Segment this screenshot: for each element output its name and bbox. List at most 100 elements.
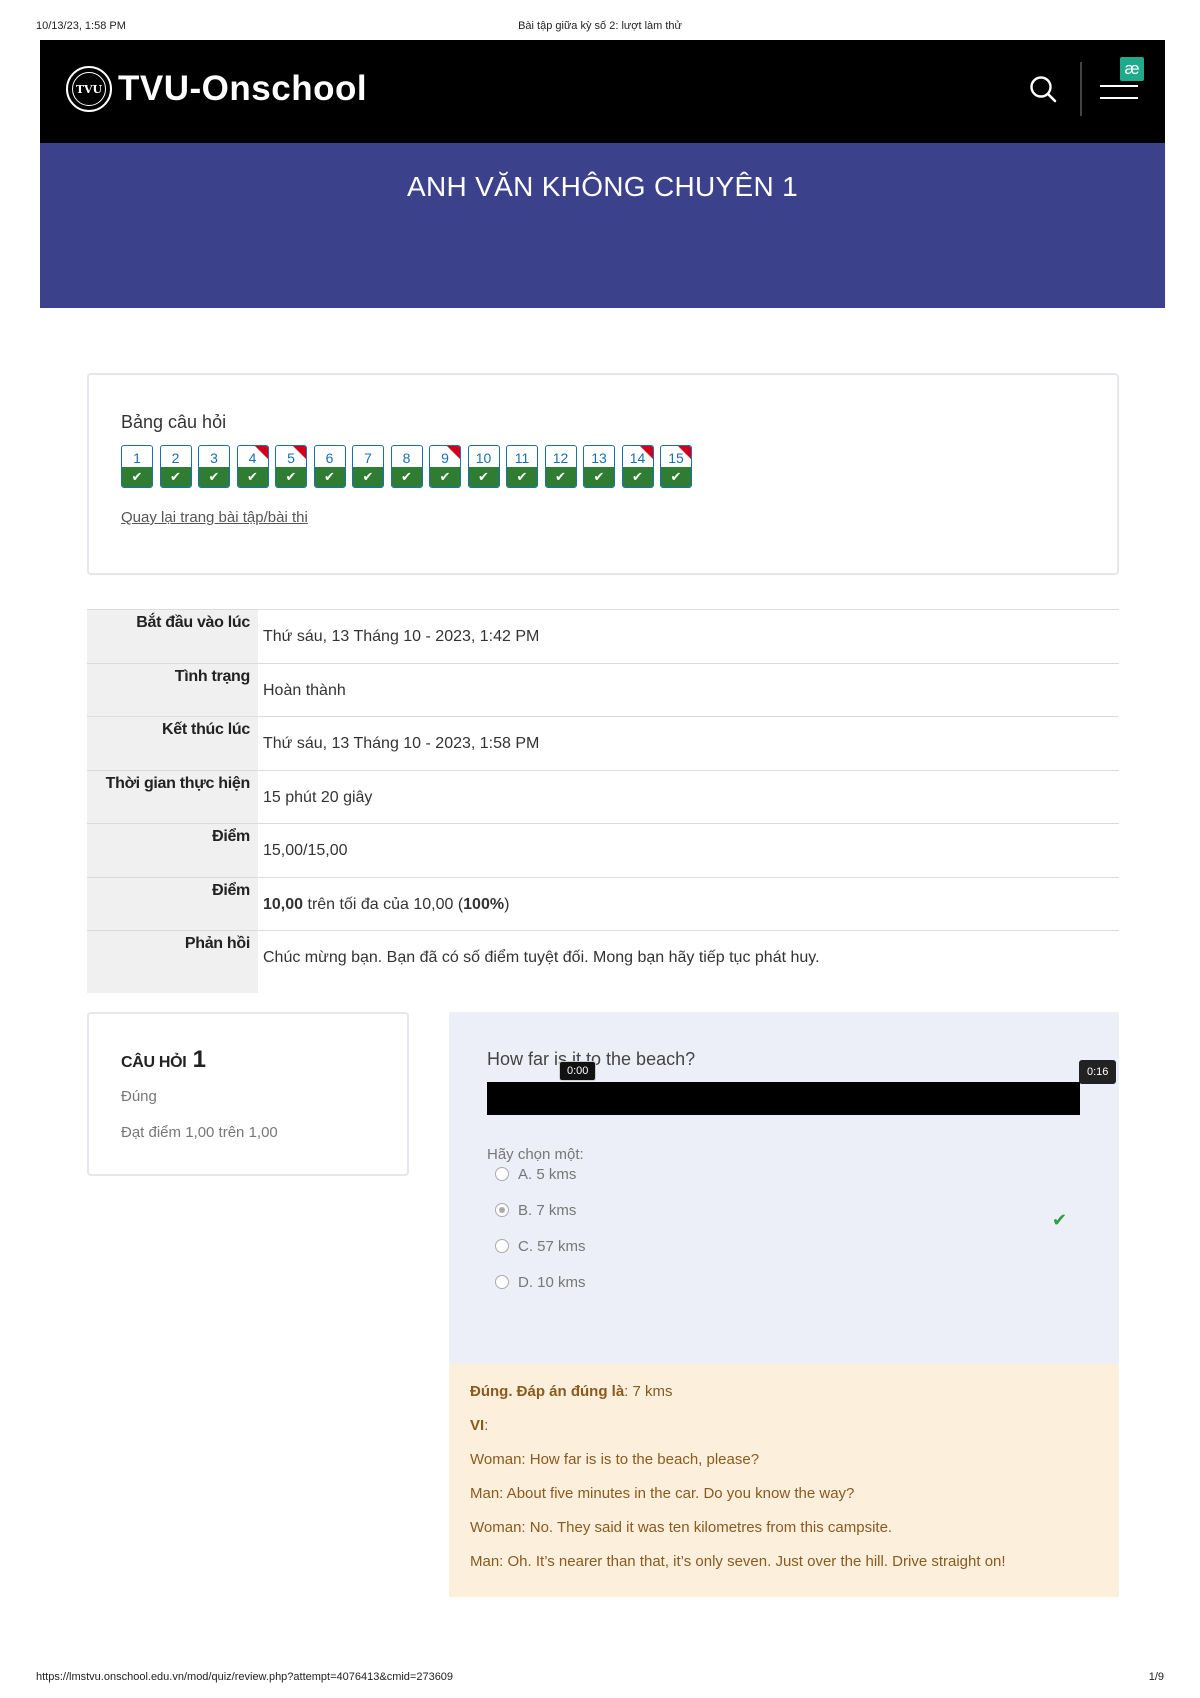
answered-check-icon: ✔: [468, 467, 499, 487]
question-nav-button[interactable]: 12 ✔: [544, 445, 577, 488]
question-nav-button[interactable]: 5 ✔: [275, 445, 307, 488]
answered-check-icon: ✔: [391, 467, 422, 487]
summary-value: 15 phút 20 giây: [263, 788, 373, 806]
print-header: 10/13/23, 1:58 PM Bài tập giữa kỳ số 2: …: [36, 20, 1164, 36]
answered-check-icon: ✔: [430, 467, 460, 487]
summary-label: Kết thúc lúc: [87, 717, 258, 770]
navbar: TVU TVU-Onschool æ: [40, 40, 1165, 143]
answered-check-icon: ✔: [314, 467, 345, 487]
vi-heading: VI:: [470, 1417, 488, 1434]
radio-button[interactable]: [495, 1275, 509, 1289]
question-nav-button[interactable]: 15 ✔: [660, 445, 692, 488]
answered-check-icon: ✔: [237, 467, 268, 487]
right-answer-value: : 7 kms: [624, 1383, 673, 1400]
summary-label: Bắt đầu vào lúc: [87, 610, 258, 663]
vi-label: VI: [470, 1417, 485, 1434]
question-nav-number: 7: [364, 450, 372, 466]
grade-percent: 100%: [463, 895, 505, 913]
summary-value: 15,00/15,00: [263, 842, 348, 859]
ae-badge-icon[interactable]: æ: [1120, 57, 1144, 81]
summary-label: Phản hồi: [87, 931, 258, 993]
flag-icon: [678, 446, 691, 459]
flag-icon: [254, 446, 268, 459]
print-page-number: 1/9: [1148, 1671, 1164, 1683]
question-nav-number: 2: [171, 450, 180, 466]
audio-time-end: 0:16: [1079, 1060, 1117, 1084]
brand-name[interactable]: TVU-Onschool: [118, 69, 367, 109]
summary-row-duration: Thời gian thực hiện 15 phút 20 giây: [87, 769, 1119, 823]
audio-player[interactable]: [487, 1082, 1080, 1115]
menu-icon[interactable]: [1100, 79, 1138, 101]
radio-button[interactable]: [495, 1239, 509, 1253]
question-button-list: 1 ✔ 2 ✔ 3 ✔ 4 ✔ 5 ✔ 6 ✔ 7 ✔ 8 ✔ 9 ✔ 10 ✔ 11 ✔ 12 ✔ 13 ✔ 14 ✔ 15 ✔: [121, 445, 692, 488]
summary-label: Điểm: [87, 877, 258, 930]
transcript-line: Woman: No. They said it was ten kilometr…: [470, 1519, 893, 1536]
question-nav-button[interactable]: 10 ✔: [467, 445, 500, 488]
print-footer: https://lmstvu.onschool.edu.vn/mod/quiz/…: [36, 1671, 1164, 1687]
transcript-line: Man: Oh. It’s nearer than that, it’s onl…: [470, 1553, 1006, 1570]
question-nav-button[interactable]: 2 ✔: [159, 445, 192, 488]
print-doc-title: Bài tập giữa kỳ số 2: lượt làm thử: [518, 20, 682, 32]
answer-option[interactable]: A. 5 kms: [495, 1163, 576, 1185]
question-grade: Đạt điểm 1,00 trên 1,00: [121, 1124, 278, 1141]
check-icon: ✔: [1052, 1210, 1068, 1230]
question-nav-number: 13: [591, 450, 607, 466]
course-title: ANH VĂN KHÔNG CHUYÊN 1: [407, 171, 798, 202]
transcript-line: Man: About five minutes in the car. Do y…: [470, 1485, 855, 1502]
summary-row-marks: Điểm 15,00/15,00: [87, 823, 1119, 877]
summary-label: Điểm: [87, 824, 258, 877]
question-nav-button[interactable]: 7 ✔: [352, 445, 384, 488]
attempt-summary: Bắt đầu vào lúc Thứ sáu, 13 Tháng 10 - 2…: [87, 609, 1119, 993]
answer-option[interactable]: B. 7 kms: [495, 1199, 576, 1221]
answered-check-icon: ✔: [122, 467, 152, 487]
nav-divider: [1080, 62, 1082, 116]
question-nav-number: 1: [133, 450, 141, 466]
question-nav-button[interactable]: 13 ✔: [583, 445, 615, 488]
question-nav-button[interactable]: 3 ✔: [198, 445, 230, 488]
search-icon[interactable]: [1028, 74, 1058, 104]
question-nav-button[interactable]: 11 ✔: [506, 445, 538, 488]
question-nav-button[interactable]: 1 ✔: [121, 445, 153, 488]
answer-text: B. 7 kms: [518, 1201, 577, 1219]
answered-check-icon: ✔: [584, 467, 614, 487]
quiz-navigation: Bảng câu hỏi 1 ✔ 2 ✔ 3 ✔ 4 ✔ 5 ✔ 6 ✔ 7 ✔ 8 ✔ 9 ✔ 10 ✔ 11 ✔ 12 ✔…: [87, 373, 1119, 575]
print-url: https://lmstvu.onschool.edu.vn/mod/quiz/…: [36, 1671, 454, 1683]
answered-check-icon: ✔: [622, 467, 653, 487]
question-number-title: CÂU HỎI 1: [121, 1046, 206, 1074]
answer-option[interactable]: C. 57 kms: [495, 1235, 586, 1257]
question-nav-button[interactable]: 4 ✔: [236, 445, 269, 488]
quiz-navigation-title: Bảng câu hỏi: [121, 412, 227, 432]
radio-button[interactable]: [495, 1167, 509, 1181]
summary-value: 10,00 trên tối đa của 10,00 (100%): [263, 896, 509, 914]
flag-icon: [293, 446, 306, 459]
question-label: CÂU HỎI: [121, 1054, 187, 1071]
question-nav-button[interactable]: 8 ✔: [390, 445, 423, 488]
question-number: 1: [192, 1046, 206, 1073]
answer-option[interactable]: D. 10 kms: [495, 1271, 586, 1293]
summary-row-started: Bắt đầu vào lúc Thứ sáu, 13 Tháng 10 - 2…: [87, 609, 1119, 663]
back-to-quiz-link[interactable]: Quay lại trang bài tập/bài thi: [121, 509, 308, 526]
radio-button[interactable]: [495, 1203, 509, 1217]
summary-row-feedback: Phản hồi Chúc mừng bạn. Bạn đã có số điể…: [87, 930, 1119, 993]
question-nav-number: 8: [402, 450, 411, 466]
choose-label: Hãy chọn một:: [487, 1146, 584, 1163]
summary-value: Hoàn thành: [263, 681, 346, 699]
question-nav-button[interactable]: 9 ✔: [429, 445, 461, 488]
vi-colon: :: [484, 1417, 489, 1434]
question-content: How far is it to the beach? 0:00 0:16 Hã…: [449, 1012, 1119, 1364]
logo[interactable]: TVU: [66, 66, 112, 112]
question-nav-number: 10: [475, 450, 492, 466]
summary-value: Thứ sáu, 13 Tháng 10 - 2023, 1:58 PM: [263, 735, 540, 752]
summary-row-state: Tình trạng Hoàn thành: [87, 662, 1119, 716]
summary-label: Thời gian thực hiện: [87, 770, 258, 823]
grade-end: ): [504, 895, 510, 913]
question-nav-button[interactable]: 14 ✔: [621, 445, 654, 488]
summary-row-grade: Điểm 10,00 trên tối đa của 10,00 (100%): [87, 876, 1119, 930]
answer-text: A. 5 kms: [518, 1165, 577, 1183]
summary-row-completed: Kết thúc lúc Thứ sáu, 13 Tháng 10 - 2023…: [87, 716, 1119, 770]
question-nav-button[interactable]: 6 ✔: [313, 445, 346, 488]
summary-value: Chúc mừng bạn. Bạn đã có số điểm tuyệt đ…: [263, 949, 820, 966]
question-nav-number: 11: [514, 450, 530, 466]
answered-check-icon: ✔: [545, 467, 576, 487]
answer-text: D. 10 kms: [518, 1273, 586, 1291]
